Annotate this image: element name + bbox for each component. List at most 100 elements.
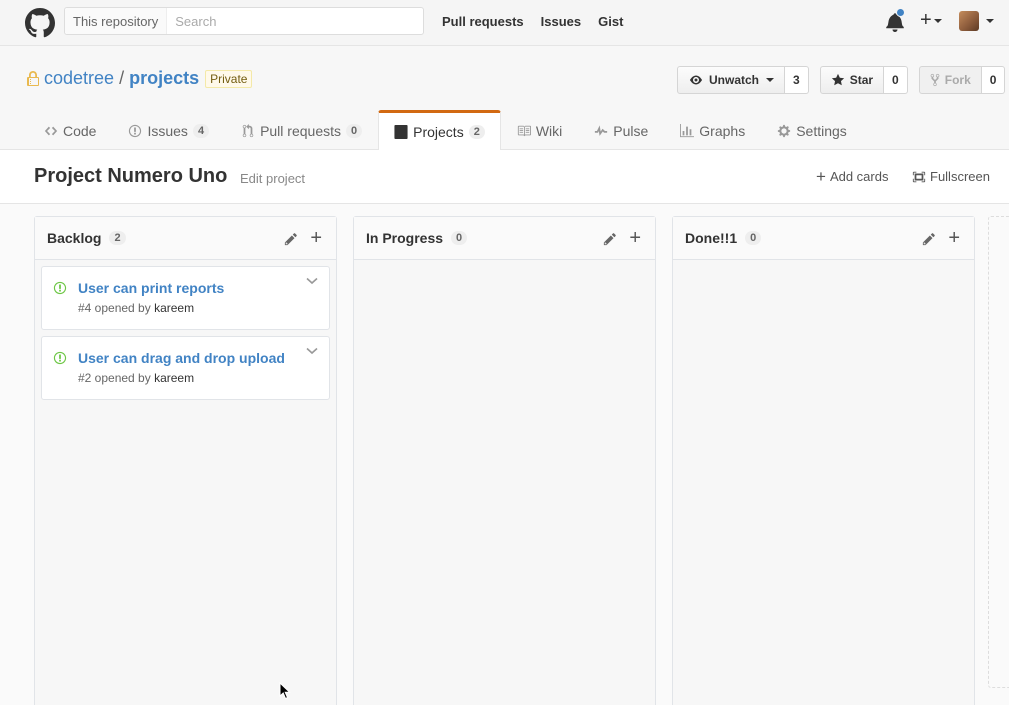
star-button[interactable]: Star: [819, 66, 885, 94]
code-icon: [44, 126, 58, 135]
issue-opened-icon: [53, 351, 67, 365]
column-count: 2: [109, 231, 126, 245]
unwatch-button[interactable]: Unwatch: [677, 66, 786, 94]
chevron-down-icon[interactable]: [306, 277, 318, 285]
tab-graphs[interactable]: Graphs: [664, 110, 761, 150]
mouse-cursor-icon: [279, 682, 291, 700]
pencil-icon[interactable]: [922, 232, 936, 246]
fullscreen-label: Fullscreen: [930, 169, 990, 184]
tab-pull-requests[interactable]: Pull requests 0: [225, 110, 378, 150]
issue-meta-prefix: #4 opened by: [78, 301, 151, 315]
unwatch-label: Unwatch: [709, 73, 760, 87]
chevron-down-icon[interactable]: [986, 19, 994, 23]
graph-icon: [680, 123, 695, 137]
top-nav-issues[interactable]: Issues: [541, 14, 581, 29]
tab-label: Projects: [413, 123, 464, 140]
tab-settings[interactable]: Settings: [761, 110, 863, 150]
private-badge: Private: [205, 69, 253, 88]
top-nav-gist[interactable]: Gist: [598, 14, 623, 29]
pencil-icon[interactable]: [284, 232, 298, 246]
column-header: Done!!1 0 +: [673, 217, 974, 260]
star-label: Star: [849, 73, 874, 87]
column-backlog: Backlog 2 + User can print reports #4 op…: [34, 216, 337, 705]
tab-code[interactable]: Code: [28, 110, 112, 150]
stargazers-count[interactable]: 0: [884, 66, 908, 94]
column-name: Done!!1: [685, 230, 738, 246]
tab-projects[interactable]: Projects 2: [378, 110, 501, 151]
pull-requests-counter: 0: [346, 123, 363, 138]
project-board: Backlog 2 + User can print reports #4 op…: [0, 204, 1009, 705]
issue-title-link[interactable]: User can drag and drop upload: [78, 350, 285, 366]
add-card-plus-icon[interactable]: +: [310, 228, 322, 248]
tab-wiki[interactable]: Wiki: [501, 110, 578, 150]
fork-button[interactable]: Fork: [918, 66, 982, 94]
repo-nav: Code Issues 4 Pull requests 0 Projects 2…: [28, 110, 863, 151]
repo-title: codetree / projects Private: [27, 68, 253, 89]
column-name: Backlog: [47, 230, 102, 246]
gear-icon: [778, 124, 791, 137]
search-box: This repository: [64, 7, 424, 35]
tab-label: Code: [63, 122, 97, 139]
tab-issues[interactable]: Issues 4: [112, 110, 225, 150]
issue-author-link[interactable]: kareem: [154, 371, 194, 385]
add-cards-label: Add cards: [829, 169, 889, 184]
tab-label: Settings: [796, 122, 847, 139]
column-name: In Progress: [366, 230, 444, 246]
global-header: This repository Pull requests Issues Gis…: [0, 0, 1009, 46]
add-card-plus-icon[interactable]: +: [629, 228, 641, 248]
tab-label: Pull requests: [260, 122, 341, 139]
chevron-down-icon[interactable]: [306, 347, 318, 355]
watchers-count[interactable]: 3: [785, 66, 809, 94]
plus-icon: +: [920, 9, 932, 31]
tab-label: Pulse: [613, 122, 649, 139]
projects-counter: 2: [468, 124, 485, 139]
fork-group: Fork 0: [918, 66, 1006, 94]
add-column-placeholder[interactable]: [988, 216, 1009, 688]
fullscreen-button[interactable]: Fullscreen: [912, 169, 990, 184]
add-cards-button[interactable]: + Add cards: [816, 168, 889, 185]
repo-actions: Unwatch 3 Star 0 Fork 0: [677, 66, 1006, 94]
project-title: Project Numero Uno: [34, 165, 228, 187]
search-scope-label: This repository: [65, 8, 168, 34]
top-nav: Pull requests Issues Gist: [442, 14, 623, 29]
issue-meta: #4 opened by kareem: [78, 301, 194, 315]
pull-request-icon: [242, 123, 254, 137]
issue-opened-icon: [53, 281, 67, 295]
repo-owner-link[interactable]: codetree: [44, 68, 114, 89]
star-icon: [831, 73, 844, 86]
search-input[interactable]: [167, 13, 408, 29]
column-in-progress: In Progress 0 +: [353, 216, 656, 705]
issues-counter: 4: [192, 123, 210, 138]
issue-meta-prefix: #2 opened by: [78, 371, 151, 385]
fork-label: Fork: [944, 73, 971, 87]
github-logo-icon[interactable]: [25, 8, 55, 38]
column-count: 0: [745, 231, 762, 245]
issue-meta: #2 opened by kareem: [78, 371, 194, 385]
repo-name-link[interactable]: projects: [129, 68, 199, 89]
forks-count[interactable]: 0: [981, 66, 1006, 94]
top-nav-pull-requests[interactable]: Pull requests: [442, 14, 524, 29]
eye-icon: [690, 75, 702, 85]
tab-pulse[interactable]: Pulse: [578, 110, 664, 150]
avatar[interactable]: [959, 11, 979, 31]
column-header: Backlog 2 +: [35, 217, 336, 260]
tab-label: Wiki: [535, 122, 563, 139]
edit-project-link[interactable]: Edit project: [240, 171, 305, 186]
issue-author-link[interactable]: kareem: [154, 301, 194, 315]
watch-group: Unwatch 3: [677, 66, 809, 94]
fork-icon: [930, 73, 940, 87]
repo-header: codetree / projects Private Unwatch 3 St…: [0, 46, 1009, 151]
lock-icon: [27, 70, 39, 86]
column-count: 0: [451, 231, 468, 245]
fullscreen-icon: [912, 171, 926, 182]
tab-label: Graphs: [699, 122, 746, 139]
issue-card[interactable]: User can drag and drop upload #2 opened …: [41, 336, 330, 400]
create-new-menu[interactable]: +: [920, 10, 942, 30]
add-card-plus-icon[interactable]: +: [948, 228, 960, 248]
chevron-down-icon: [933, 18, 942, 23]
pencil-icon[interactable]: [603, 232, 617, 246]
project-header: Project Numero Uno Edit project + Add ca…: [0, 150, 1009, 204]
issue-title-link[interactable]: User can print reports: [78, 280, 224, 296]
issue-icon: [129, 124, 142, 137]
issue-card[interactable]: User can print reports #4 opened by kare…: [41, 266, 330, 330]
